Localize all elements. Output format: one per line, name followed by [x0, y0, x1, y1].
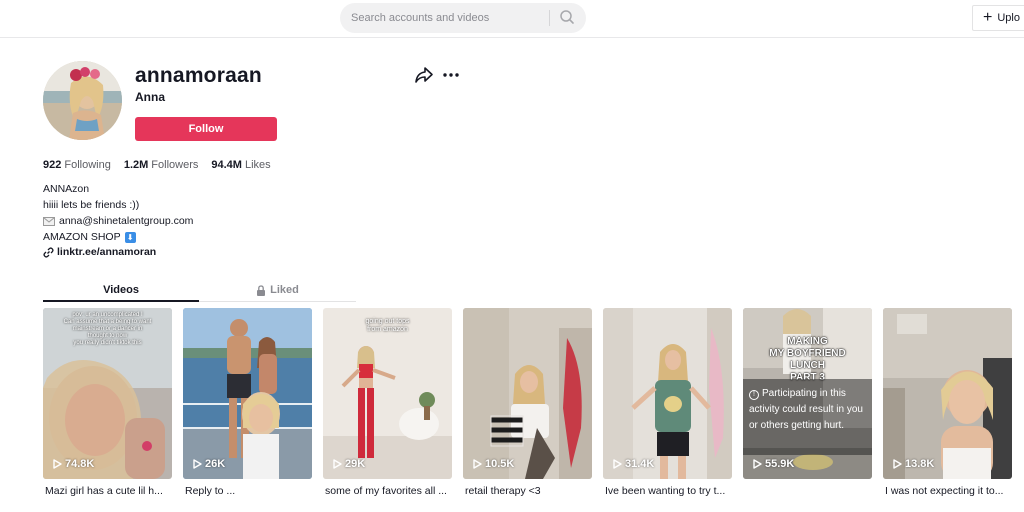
share-icon	[415, 67, 433, 83]
view-count: 31.4K	[613, 458, 654, 470]
view-count: 55.9K	[753, 458, 794, 470]
play-icon	[753, 459, 762, 469]
video-caption: Ive been wanting to try t...	[605, 485, 726, 497]
profile-stats: 922 Following 1.2M Followers 94.4M Likes	[43, 159, 271, 171]
tab-liked[interactable]: Liked	[199, 278, 356, 302]
tab-active-indicator	[43, 300, 199, 302]
info-icon: !	[749, 390, 759, 400]
bio-email-row: anna@shinetalentgroup.com	[43, 213, 193, 229]
following-stat[interactable]: 922 Following	[43, 159, 111, 171]
username: annamoraan	[135, 64, 262, 87]
video-thumbnail[interactable]: going out tops from amazon	[323, 308, 452, 479]
video-thumbnail[interactable]	[183, 308, 312, 479]
top-bar: + Uplo	[0, 0, 1024, 38]
video-caption: Mazi girl has a cute lil h...	[45, 485, 163, 497]
search-bar	[340, 3, 586, 33]
lock-icon	[257, 284, 266, 296]
video-thumbnail[interactable]	[463, 308, 592, 479]
view-count: 29K	[333, 458, 365, 470]
warning-message: ! Participating in this activity could re…	[749, 388, 863, 431]
video-caption: Reply to ...	[185, 485, 236, 497]
bio: ANNAzon hiiii lets be friends :)) anna@s…	[43, 181, 193, 245]
upload-label: Uplo	[997, 12, 1020, 24]
video-caption: retail therapy <3	[465, 485, 541, 497]
down-arrow-icon: ⬇	[124, 231, 136, 243]
followers-stat[interactable]: 1.2M Followers	[124, 159, 199, 171]
play-icon	[613, 459, 622, 469]
upload-button[interactable]: + Uplo	[972, 5, 1024, 31]
share-button[interactable]	[413, 66, 435, 86]
profile-link[interactable]: linktr.ee/annamoran	[43, 246, 156, 258]
more-options-button[interactable]	[441, 66, 461, 86]
bio-shop-row: AMAZON SHOP ⬇	[43, 229, 193, 245]
play-icon	[193, 459, 202, 469]
bio-line: hiiii lets be friends :))	[43, 199, 140, 211]
play-icon	[333, 459, 342, 469]
link-icon	[43, 246, 54, 258]
search-icon	[560, 9, 574, 24]
more-icon	[443, 73, 459, 77]
video-thumbnail[interactable]	[883, 308, 1012, 479]
video-thumbnail[interactable]	[603, 308, 732, 479]
search-button[interactable]	[554, 7, 580, 29]
search-input[interactable]	[340, 3, 548, 33]
search-divider	[549, 10, 550, 26]
view-count: 10.5K	[473, 458, 514, 470]
video-caption: some of my favorites all ...	[325, 485, 447, 497]
bio-line: ANNAzon	[43, 183, 90, 195]
view-count: 13.8K	[893, 458, 934, 470]
view-count: 26K	[193, 458, 225, 470]
bio-shop: AMAZON SHOP	[43, 231, 121, 243]
video-title-overlay: MAKING MY BOYFRIEND LUNCH PART 3	[769, 336, 846, 383]
envelope-icon	[43, 216, 55, 226]
tab-videos[interactable]: Videos	[43, 278, 199, 302]
plus-icon: +	[983, 9, 993, 26]
view-count: 74.8K	[53, 458, 94, 470]
nickname: Anna	[135, 90, 165, 104]
video-thumbnail[interactable]: MAKING MY BOYFRIEND LUNCH PART 3 ! Partic…	[743, 308, 872, 479]
play-icon	[473, 459, 482, 469]
video-caption: I was not expecting it to...	[885, 485, 1004, 497]
play-icon	[893, 459, 902, 469]
avatar[interactable]	[43, 61, 122, 140]
bio-email: anna@shinetalentgroup.com	[59, 215, 194, 227]
video-overlay-text: going out tops from amazon	[365, 318, 410, 333]
follow-button[interactable]: Follow	[135, 117, 277, 141]
video-overlay-text: pov: ur an uncomplicated I Can assume tha…	[63, 312, 152, 346]
play-icon	[53, 459, 62, 469]
likes-stat: 94.4M Likes	[211, 159, 271, 171]
profile-tabs: Videos Liked	[43, 278, 356, 302]
video-thumbnail[interactable]: pov: ur an uncomplicated I Can assume tha…	[43, 308, 172, 479]
